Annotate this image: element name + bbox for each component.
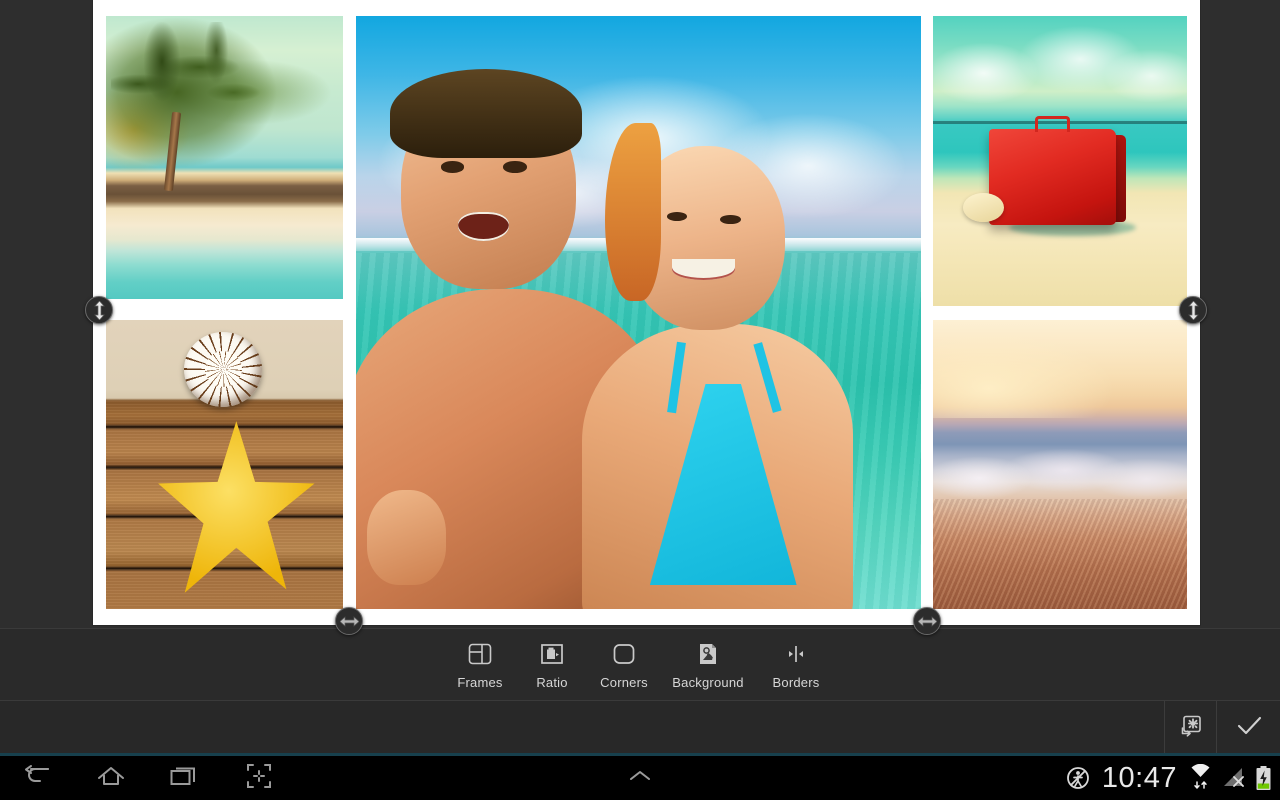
tool-ratio[interactable]: Ratio bbox=[516, 631, 588, 699]
swap-photos-button[interactable] bbox=[1164, 701, 1216, 755]
android-navigation-bar: 10:47 bbox=[0, 756, 1280, 800]
wave-foam bbox=[933, 447, 1187, 500]
palm-tree-beach-photo bbox=[106, 16, 343, 299]
background-icon bbox=[694, 640, 722, 668]
suitcase-handle bbox=[1034, 116, 1071, 132]
frames-icon bbox=[466, 640, 494, 668]
chevron-up-icon bbox=[627, 768, 653, 789]
couple-selfie-photo bbox=[356, 16, 921, 609]
arrows-vertical-icon bbox=[1187, 300, 1200, 320]
seashell bbox=[184, 331, 263, 407]
status-bar[interactable]: 10:47 bbox=[1065, 756, 1272, 800]
tool-frames-label: Frames bbox=[457, 674, 503, 690]
man-mouth bbox=[457, 211, 509, 242]
sunset-surf-photo bbox=[933, 320, 1187, 609]
collage-cell-couple-selfie-photo[interactable] bbox=[356, 16, 921, 609]
man-eye-left bbox=[440, 161, 465, 173]
collage-cell-sunset-surf-photo[interactable] bbox=[933, 320, 1187, 609]
home-icon bbox=[96, 763, 126, 794]
signal-icon bbox=[1222, 766, 1246, 790]
palm-trunk bbox=[163, 111, 182, 192]
collage-cell-seashell-starfish-photo[interactable] bbox=[106, 320, 343, 609]
back-button[interactable] bbox=[0, 756, 74, 800]
straw-hat bbox=[963, 192, 1005, 222]
man-thumbs-up bbox=[367, 490, 447, 586]
app-root: Frames Ratio Corners Background Borders … bbox=[0, 0, 1280, 800]
battery-charging-icon bbox=[1255, 765, 1272, 792]
collage-cell-palm-tree-beach-photo[interactable] bbox=[106, 16, 343, 299]
man-hair bbox=[389, 69, 582, 159]
tool-corners[interactable]: Corners bbox=[588, 631, 660, 699]
home-button[interactable] bbox=[74, 756, 148, 800]
swap-image-icon bbox=[1178, 713, 1204, 744]
screenshot-button[interactable] bbox=[222, 756, 296, 800]
editor-toolbar: Frames Ratio Corners Background Borders bbox=[0, 628, 1280, 700]
screenshot-icon bbox=[245, 762, 273, 795]
recent-apps-icon bbox=[169, 764, 201, 793]
checkmark-icon bbox=[1234, 711, 1264, 746]
clock: 10:47 bbox=[1101, 761, 1177, 794]
wifi-icon bbox=[1188, 764, 1213, 792]
recents-button[interactable] bbox=[148, 756, 222, 800]
wet-sand-texture bbox=[933, 499, 1187, 609]
arrows-horizontal-icon bbox=[917, 615, 937, 628]
red-suitcase-beach-photo bbox=[933, 16, 1187, 306]
resize-handle-bottom-right[interactable] bbox=[913, 607, 941, 635]
tool-background[interactable]: Background bbox=[660, 631, 756, 699]
resize-handle-left[interactable] bbox=[85, 296, 113, 324]
resize-handle-right[interactable] bbox=[1179, 296, 1207, 324]
silent-mode-icon bbox=[1065, 765, 1091, 791]
sky-clouds bbox=[933, 21, 1187, 115]
arrows-vertical-icon bbox=[93, 300, 106, 320]
red-suitcase bbox=[988, 129, 1116, 225]
editor-area bbox=[0, 0, 1280, 635]
tool-ratio-label: Ratio bbox=[536, 674, 568, 690]
back-arrow-icon bbox=[22, 762, 52, 795]
confirm-button[interactable] bbox=[1216, 701, 1280, 755]
tool-frames[interactable]: Frames bbox=[444, 631, 516, 699]
tool-borders[interactable]: Borders bbox=[756, 631, 836, 699]
arrows-horizontal-icon bbox=[339, 615, 359, 628]
man-eye-right bbox=[502, 161, 527, 173]
expand-notifications-button[interactable] bbox=[614, 756, 666, 800]
ratio-icon bbox=[538, 640, 566, 668]
sunset-glow bbox=[933, 320, 1187, 419]
tool-borders-label: Borders bbox=[772, 674, 820, 690]
navigation-buttons bbox=[0, 756, 296, 800]
woman-eye-left bbox=[666, 211, 688, 221]
seashell-starfish-photo bbox=[106, 320, 343, 609]
tool-corners-label: Corners bbox=[600, 674, 648, 690]
action-bar bbox=[0, 700, 1280, 755]
collage-canvas[interactable] bbox=[93, 0, 1200, 625]
tool-background-label: Background bbox=[672, 674, 744, 690]
resize-handle-bottom-left[interactable] bbox=[335, 607, 363, 635]
borders-icon bbox=[782, 640, 810, 668]
action-button-group bbox=[1164, 701, 1280, 755]
collage-cell-red-suitcase-beach-photo[interactable] bbox=[933, 16, 1187, 306]
woman-eye-right bbox=[720, 214, 741, 224]
corners-icon bbox=[610, 640, 638, 668]
